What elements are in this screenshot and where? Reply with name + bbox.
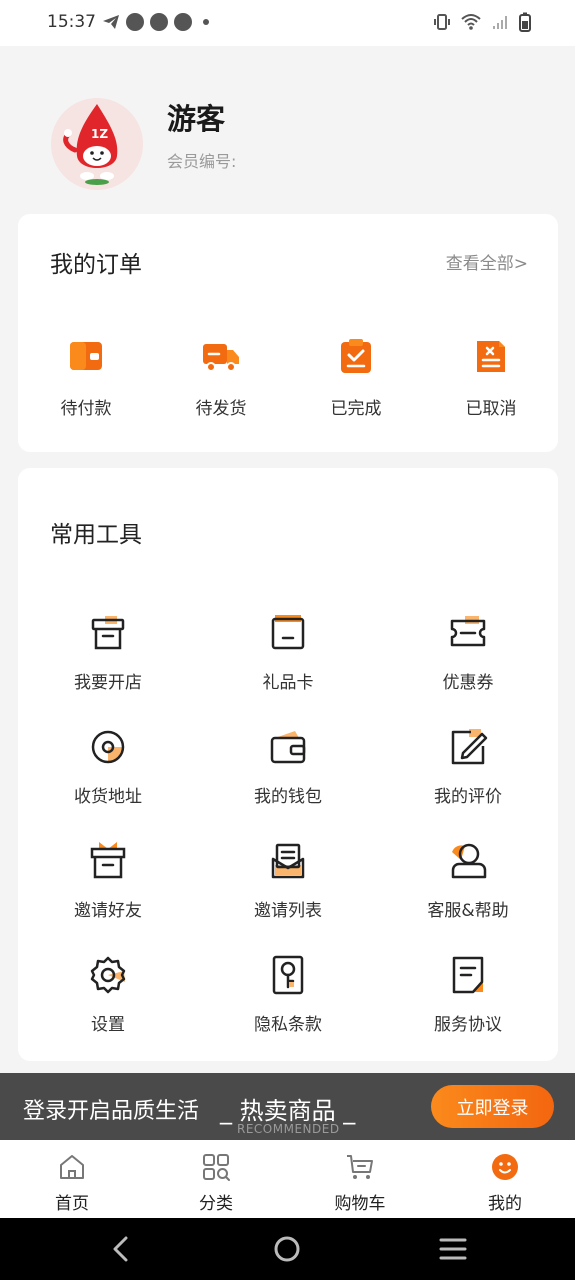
order-pending-shipment[interactable]: 待发货 <box>171 336 271 419</box>
tool-invite-list[interactable]: 邀请列表 <box>218 840 358 921</box>
tab-category[interactable]: 分类 <box>166 1140 266 1218</box>
key-doc-icon <box>272 955 304 995</box>
truck-icon <box>203 344 239 372</box>
home-icon <box>60 1155 84 1179</box>
agreement-doc-icon <box>452 956 484 994</box>
tool-customer-service[interactable]: 客服&帮助 <box>398 840 538 921</box>
tool-shipping-address[interactable]: 收货地址 <box>38 726 178 807</box>
wifi-icon <box>461 14 481 30</box>
order-label: 待发货 <box>195 399 247 419</box>
notification-app-icon <box>174 13 192 31</box>
notification-icons <box>102 13 209 31</box>
home-circle-icon[interactable] <box>272 1234 302 1264</box>
system-status-icons <box>433 12 531 32</box>
cart-icon <box>347 1155 373 1179</box>
system-navigation-bar <box>0 1218 575 1280</box>
location-icon <box>91 730 125 764</box>
tool-label: 设置 <box>91 1015 125 1035</box>
tool-label: 我的评价 <box>434 787 502 807</box>
bottom-tab-bar: 首页 分类 购物车 我的 <box>0 1140 575 1218</box>
signal-icon <box>493 16 507 29</box>
tool-label: 服务协议 <box>434 1015 502 1035</box>
order-label: 已完成 <box>330 399 382 419</box>
tool-my-wallet[interactable]: 我的钱包 <box>218 726 358 807</box>
tool-gift-card[interactable]: 礼品卡 <box>218 612 358 693</box>
order-label: 待付款 <box>60 399 112 419</box>
notification-app-icon <box>126 13 144 31</box>
login-button[interactable]: 立即登录 <box>431 1085 554 1128</box>
wallet-icon <box>270 731 306 764</box>
tool-my-reviews[interactable]: 我的评价 <box>398 726 538 807</box>
coupon-icon <box>450 616 486 647</box>
my-orders-card: 我的订单 查看全部> 待付款 待发货 已完成 已取消 <box>18 214 558 452</box>
tool-open-store[interactable]: 我要开店 <box>38 612 178 693</box>
login-banner: 登录开启品质生活 _ 热卖商品 _ RECOMMENDED 立即登录 <box>0 1073 575 1140</box>
order-pending-payment[interactable]: 待付款 <box>36 336 136 419</box>
store-box-icon <box>91 616 125 650</box>
recents-menu-icon[interactable] <box>438 1234 468 1264</box>
tool-label: 邀请列表 <box>254 901 322 921</box>
tool-label: 客服&帮助 <box>427 901 509 921</box>
status-bar: 15:37 <box>0 0 575 46</box>
hot-products-subtitle: RECOMMENDED <box>237 1122 340 1136</box>
tab-home[interactable]: 首页 <box>22 1140 122 1218</box>
back-icon[interactable] <box>107 1234 137 1264</box>
edit-review-icon <box>451 729 488 765</box>
clipboard-check-icon <box>341 339 371 373</box>
tool-label: 我的钱包 <box>254 787 322 807</box>
tool-privacy-terms[interactable]: 隐私条款 <box>218 954 358 1035</box>
vibrate-icon <box>434 14 450 30</box>
avatar[interactable]: 1Z <box>51 98 143 190</box>
tab-cart[interactable]: 购物车 <box>310 1140 410 1218</box>
mine-face-icon <box>492 1154 518 1180</box>
tool-label: 收货地址 <box>74 787 142 807</box>
profile-header: 1Z 游客 会员编号: <box>0 46 575 214</box>
tool-service-agreement[interactable]: 服务协议 <box>398 954 538 1035</box>
mascot-avatar-icon: 1Z <box>51 98 143 190</box>
tool-label: 隐私条款 <box>254 1015 322 1035</box>
orders-title: 我的订单 <box>50 252 142 278</box>
tool-label: 我要开店 <box>74 673 142 693</box>
tool-coupon[interactable]: 优惠券 <box>398 612 538 693</box>
tab-label: 购物车 <box>334 1194 386 1214</box>
member-number-label: 会员编号: <box>167 152 237 171</box>
gift-box-icon <box>90 842 126 879</box>
login-prompt-text: 登录开启品质生活 <box>23 1099 200 1124</box>
tool-label: 优惠券 <box>442 673 494 693</box>
tool-label: 礼品卡 <box>262 673 314 693</box>
notification-app-icon <box>150 13 168 31</box>
username: 游客 <box>167 102 226 136</box>
order-completed[interactable]: 已完成 <box>306 336 406 419</box>
status-time: 15:37 <box>47 12 96 32</box>
customer-service-icon <box>451 843 487 879</box>
tool-settings[interactable]: 设置 <box>38 954 178 1035</box>
more-notifications-dot <box>203 19 209 25</box>
gift-card-icon <box>271 615 305 650</box>
mail-list-icon <box>271 843 305 879</box>
tool-invite-friends[interactable]: 邀请好友 <box>38 840 178 921</box>
tab-mine[interactable]: 我的 <box>455 1140 555 1218</box>
svg-text:1Z: 1Z <box>91 127 108 141</box>
tool-label: 邀请好友 <box>74 901 142 921</box>
gear-icon <box>90 956 126 994</box>
cancelled-doc-icon <box>477 341 505 372</box>
tab-label: 我的 <box>488 1194 522 1214</box>
common-tools-card: 常用工具 我要开店 礼品卡 优惠券 收货地址 我的钱包 我的评价 邀请好友 邀请… <box>18 468 558 1061</box>
tab-label: 分类 <box>199 1194 233 1214</box>
category-icon <box>203 1154 230 1181</box>
tab-label: 首页 <box>55 1194 89 1214</box>
tools-title: 常用工具 <box>50 522 142 548</box>
view-all-orders-link[interactable]: 查看全部> <box>446 249 528 274</box>
battery-icon <box>519 12 531 32</box>
order-cancelled[interactable]: 已取消 <box>441 336 541 419</box>
order-label: 已取消 <box>465 399 517 419</box>
telegram-icon <box>103 15 119 29</box>
hot-products-title: _ 热卖商品 _ <box>220 1097 356 1125</box>
wallet-icon <box>70 342 102 370</box>
